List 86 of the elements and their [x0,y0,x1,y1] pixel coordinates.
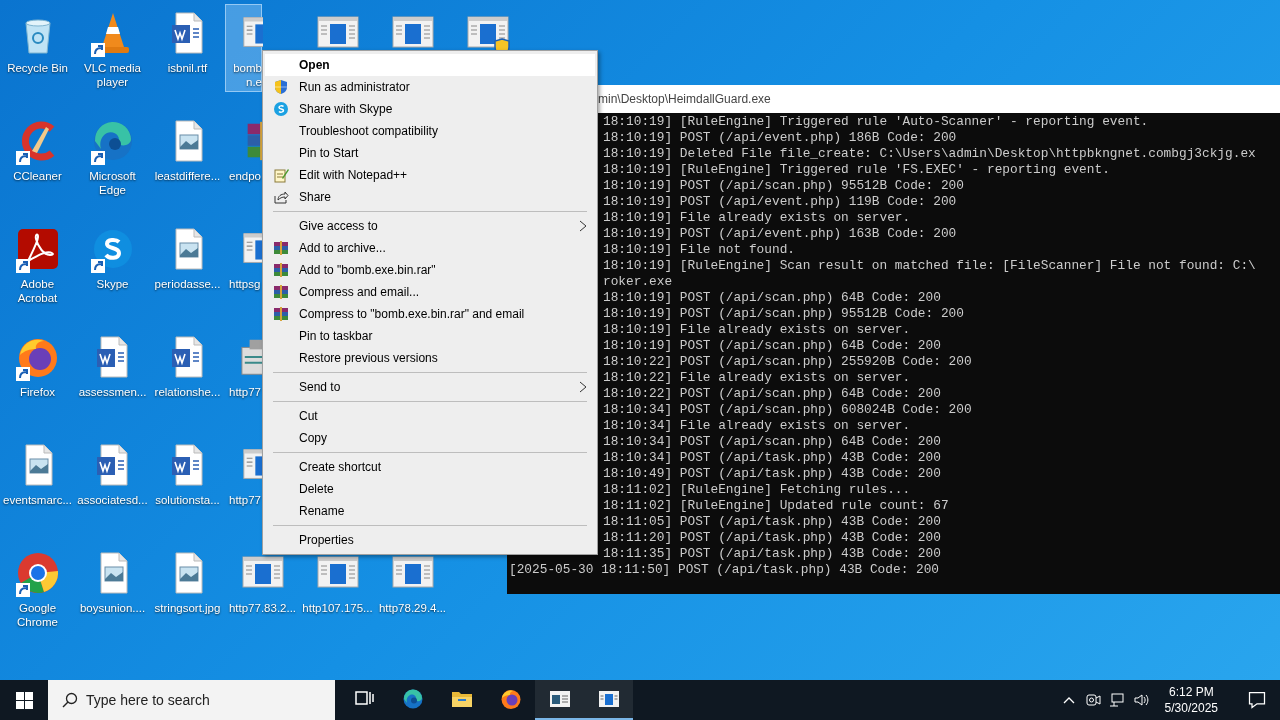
skype-icon [273,101,289,117]
log-line: 18:11:05] POST (/api/task.php) 43B Code: 200 [603,514,941,530]
menu-item[interactable]: Create shortcut [265,456,595,478]
log-line: 18:10:49] POST (/api/task.php) 43B Code: 200 [603,466,941,482]
desktop-shortcut[interactable]: Firefox [0,328,75,416]
speaker-icon[interactable] [1132,692,1149,708]
notepad-icon [273,167,289,183]
log-line: 18:10:19] POST (/api/scan.php) 64B Code: 200 [603,338,941,354]
notification-icon[interactable] [1247,690,1267,710]
log-line: 18:10:19] File already exists on server. [603,210,911,226]
log-line: 18:11:02] [RuleEngine] Fetching rules... [603,482,911,498]
desktop-shortcut[interactable]: VLC media player [75,4,150,92]
log-line: 18:10:34] POST (/api/scan.php) 64B Code: 200 [603,434,941,450]
share-icon [273,189,289,205]
desktop-shortcut[interactable]: assessmen... [75,328,150,416]
log-line: 18:11:20] POST (/api/task.php) 43B Code: 200 [603,530,941,546]
search-field[interactable]: Type here to search [48,680,335,720]
menu-item[interactable]: Give access to [265,215,595,237]
menu-item[interactable]: Copy [265,427,595,449]
menu-item[interactable]: Edit with Notepad++ [265,164,595,186]
desktop-shortcut[interactable]: eventsmarc... [0,436,75,524]
menu-item[interactable]: Send to [265,376,595,398]
log-line: roker.exe [603,274,673,290]
log-line: 18:10:19] [RuleEngine] Triggered rule 'FS.EXEC' - reporting event. [603,162,1110,178]
desktop-shortcut[interactable]: Microsoft Edge [75,112,150,200]
menu-item[interactable]: Pin to taskbar [265,325,595,347]
log-line: 18:10:34] POST (/api/scan.php) 608024B Code: 200 [603,402,972,418]
log-line: 18:10:19] POST (/api/event.php) 186B Code: 200 [603,130,957,146]
archive-books-icon [273,240,289,256]
log-line: 18:10:22] File already exists on server. [603,370,911,386]
log-line: 18:10:19] Deleted File file_create: C:\Users\admin\Desktop\httpbkngnet.combgj3ckjg.ex [603,146,1256,162]
menu-item[interactable]: Delete [265,478,595,500]
log-line: 18:11:02] [RuleEngine] Updated rule count: 67 [603,498,949,514]
log-line: 18:10:19] POST (/api/scan.php) 64B Code: 200 [603,290,941,306]
log-line: 18:10:19] POST (/api/scan.php) 95512B Code: 200 [603,178,964,194]
menu-item[interactable]: Add to archive... [265,237,595,259]
menu-item[interactable]: Run as administrator [265,76,595,98]
camera-icon[interactable] [1084,692,1101,708]
archive-books-icon [273,262,289,278]
desktop-shortcut[interactable]: leastdiffere... [150,112,225,200]
archive-books-icon [273,306,289,322]
menu-item[interactable]: Restore previous versions [265,347,595,369]
clock[interactable]: 6:12 PM 5/30/2025 [1156,684,1226,716]
log-line: 18:10:19] POST (/api/scan.php) 95512B Code: 200 [603,306,964,322]
log-line: 18:10:19] POST (/api/event.php) 163B Code: 200 [603,226,957,242]
desktop-shortcut[interactable]: periodasse... [150,220,225,308]
menu-item[interactable]: Share with Skype [265,98,595,120]
window-title: min\Desktop\HeimdallGuard.exe [598,92,771,106]
taskbar-button[interactable] [535,680,584,720]
desktop-shortcut[interactable]: stringsort.jpg [150,544,225,632]
shield-icon [273,79,289,95]
network-icon[interactable] [1108,692,1125,708]
windows-logo-icon [15,691,33,709]
menu-item[interactable]: Pin to Start [265,142,595,164]
log-line: 18:10:22] POST (/api/scan.php) 255920B Code: 200 [603,354,972,370]
desktop-shortcut[interactable]: Adobe Acrobat [0,220,75,308]
log-line: [2025-05-30 18:11:50] POST (/api/task.php) 43B Code: 200 [509,562,940,578]
log-line: 18:11:35] POST (/api/task.php) 43B Code: 200 [603,546,941,562]
log-line: 18:10:19] File not found. [603,242,795,258]
desktop-shortcut[interactable]: associatesd... [75,436,150,524]
menu-item[interactable]: Cut [265,405,595,427]
archive-books-icon [273,284,289,300]
desktop-shortcut[interactable]: Recycle Bin [0,4,75,92]
desktop-shortcut[interactable]: solutionsta... [150,436,225,524]
log-line: 18:10:22] POST (/api/scan.php) 64B Code: 200 [603,386,941,402]
log-line: 18:10:19] [RuleEngine] Scan result on matched file: [FileScanner] File not found: C:\ [603,258,1256,274]
desktop-shortcut[interactable]: Skype [75,220,150,308]
menu-item[interactable]: Add to "bomb.exe.bin.rar" [265,259,595,281]
menu-item[interactable]: Share [265,186,595,208]
desktop-shortcut[interactable]: CCleaner [0,112,75,200]
desktop-shortcut[interactable]: isbnil.rtf [150,4,225,92]
desktop-shortcut[interactable]: Google Chrome [0,544,75,632]
search-icon [62,692,78,708]
desktop-shortcut[interactable]: relationshe... [150,328,225,416]
desktop-shortcut[interactable]: boysunion.... [75,544,150,632]
log-line: 18:10:19] POST (/api/event.php) 119B Code: 200 [603,194,957,210]
log-line: 18:10:34] POST (/api/task.php) 43B Code: 200 [603,450,941,466]
log-line: 18:10:19] File already exists on server. [603,322,911,338]
log-line: 18:10:34] File already exists on server. [603,418,911,434]
menu-item[interactable]: Compress and email... [265,281,595,303]
menu-item[interactable]: Compress to "bomb.exe.bin.rar" and email [265,303,595,325]
taskbar-button[interactable] [584,680,633,720]
menu-item[interactable]: Rename [265,500,595,522]
menu-item[interactable]: Open [265,54,595,76]
log-line: 18:10:19] [RuleEngine] Triggered rule 'Auto-Scanner' - reporting event. [603,114,1149,130]
menu-item[interactable]: Troubleshoot compatibility [265,120,595,142]
